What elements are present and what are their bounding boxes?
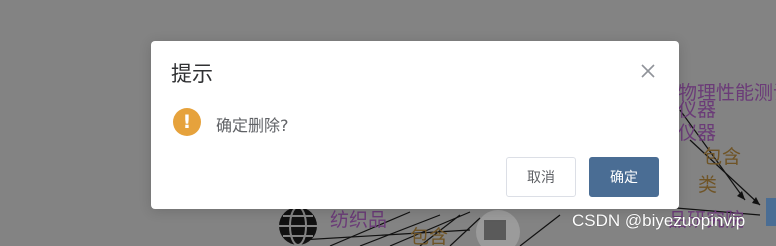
globe-icon bbox=[279, 206, 317, 246]
dialog-title: 提示 bbox=[171, 62, 213, 86]
close-icon[interactable] bbox=[640, 63, 656, 79]
warning-icon: ! bbox=[173, 108, 201, 136]
bg-label: 包含 bbox=[410, 226, 449, 246]
bg-label: 仪器 bbox=[678, 122, 717, 144]
confirm-button[interactable]: 确定 bbox=[589, 157, 659, 197]
confirm-dialog: 提示 ! 确定删除? 取消 确定 bbox=[151, 41, 679, 209]
bg-label: 纺织品 bbox=[330, 209, 388, 231]
device-image-icon bbox=[476, 210, 520, 246]
csdn-watermark: CSDN @biyezuopinvip bbox=[572, 211, 746, 230]
cancel-button[interactable]: 取消 bbox=[506, 157, 576, 197]
bg-label: 类 bbox=[698, 174, 718, 196]
node-edge-right bbox=[766, 198, 776, 226]
graph-arrowheads bbox=[737, 191, 760, 205]
dialog-message: 确定删除? bbox=[216, 116, 289, 135]
bg-label: 包含 bbox=[703, 146, 742, 168]
